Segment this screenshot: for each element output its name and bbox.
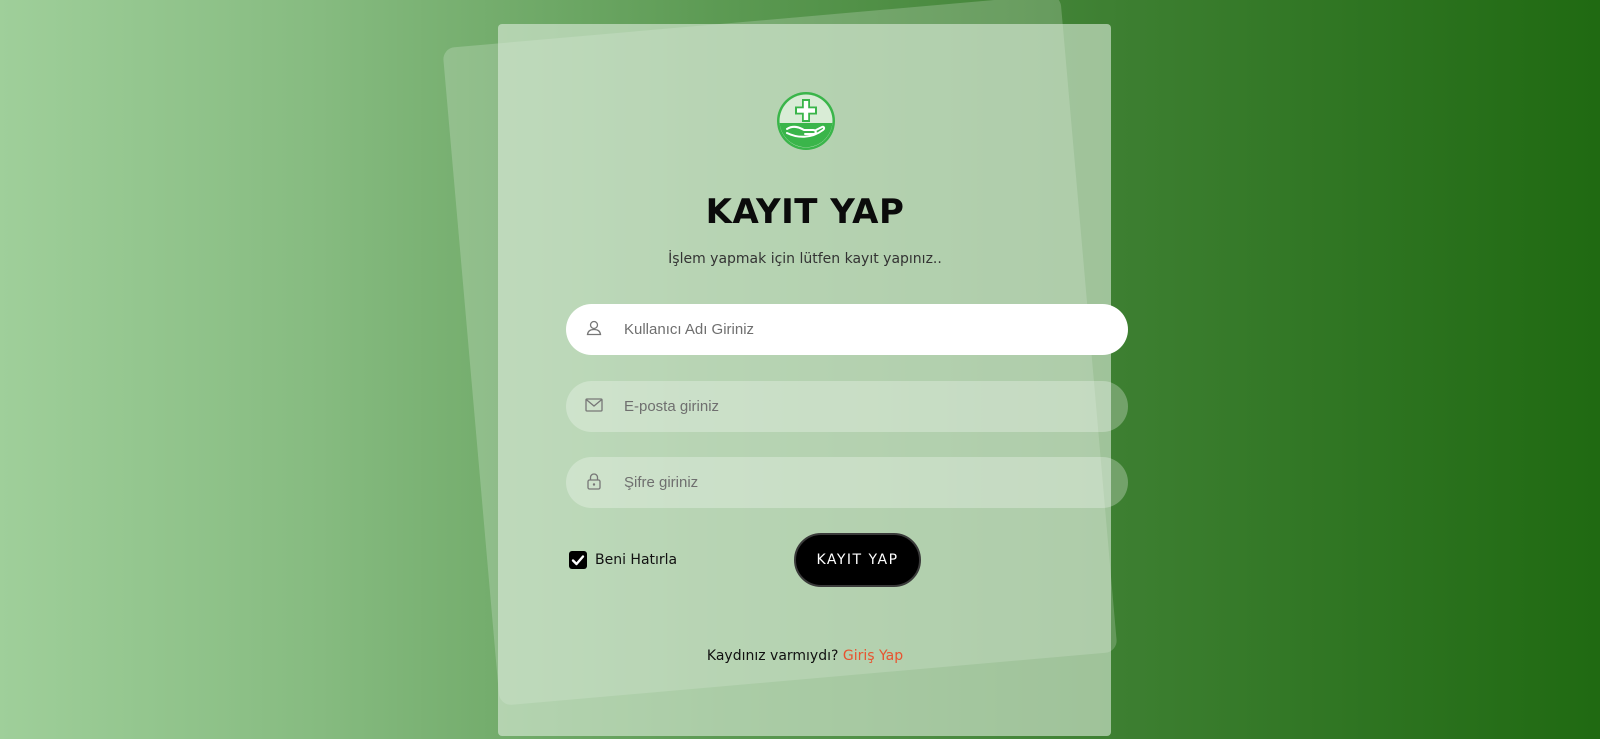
page-subtitle: İşlem yapmak için lütfen kayıt yapınız.. — [668, 251, 942, 267]
email-input[interactable] — [624, 381, 1104, 432]
mail-icon — [585, 398, 603, 412]
password-input[interactable] — [624, 457, 1104, 508]
username-field[interactable] — [566, 304, 1128, 355]
remember-label: Beni Hatırla — [595, 552, 678, 568]
login-prompt: Kaydınız varmıydı? Giriş Yap — [600, 648, 1010, 664]
register-button[interactable]: KAYIT YAP — [794, 533, 921, 587]
login-link[interactable]: Giriş Yap — [843, 648, 903, 664]
email-field[interactable] — [566, 381, 1128, 432]
lock-icon — [587, 473, 601, 490]
user-icon — [586, 320, 602, 336]
remember-me[interactable]: Beni Hatırla — [569, 550, 677, 570]
medical-cross-hand-logo — [777, 92, 835, 150]
password-field[interactable] — [566, 457, 1128, 508]
checkmark-icon — [571, 555, 585, 566]
login-prompt-text: Kaydınız varmıydı? — [706, 648, 839, 664]
username-input[interactable] — [624, 304, 1104, 355]
page-title: KAYIT YAP — [705, 192, 905, 232]
remember-checkbox[interactable] — [569, 551, 587, 569]
